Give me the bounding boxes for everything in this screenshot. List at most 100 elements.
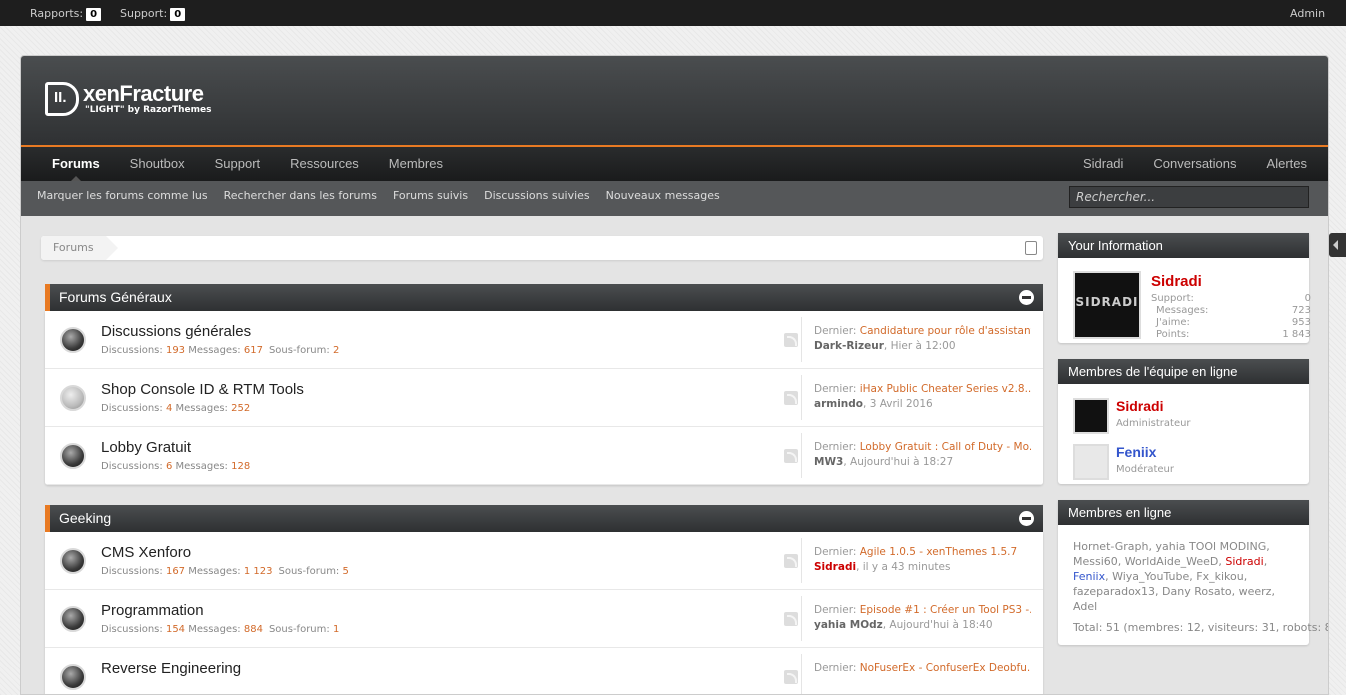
- tab-forums[interactable]: Forums: [37, 147, 115, 181]
- logo[interactable]: xenFracture"LIGHT" by RazorThemes: [45, 82, 211, 116]
- user-name[interactable]: Sidradi: [1151, 273, 1202, 290]
- online-total: Total: 51 (membres: 12, visiteurs: 31, r…: [1073, 621, 1329, 634]
- online-user[interactable]: Feniix: [1073, 570, 1105, 583]
- rss-icon[interactable]: [784, 333, 798, 347]
- staff-name[interactable]: Feniix: [1116, 444, 1156, 460]
- forum-title[interactable]: Discussions générales: [101, 323, 251, 340]
- block-title: Your Information: [1058, 233, 1309, 258]
- online-user[interactable]: yahia TOOl MODING: [1156, 540, 1267, 553]
- forum-title[interactable]: Reverse Engineering: [101, 660, 241, 677]
- last-post: Dernier: Episode #1 : Créer un Tool PS3 …: [801, 596, 1031, 641]
- rss-icon[interactable]: [784, 612, 798, 626]
- forum-row: Discussions générales Discussions: 193 M…: [45, 311, 1043, 369]
- reports-link[interactable]: Rapports: 0: [30, 7, 102, 21]
- online-list: Hornet-Graph, yahia TOOl MODING, Messi60…: [1073, 540, 1329, 634]
- last-post-link[interactable]: Candidature pour rôle d'assistant: [860, 325, 1031, 337]
- unread-forum-icon: [60, 548, 86, 574]
- sidebar: Your Information SIDRADI Sidradi Support…: [1058, 233, 1329, 661]
- online-user[interactable]: fazeparadox13: [1073, 585, 1155, 598]
- avatar[interactable]: [1073, 444, 1109, 480]
- unread-forum-icon: [60, 443, 86, 469]
- forum-stats: Discussions: 4 Messages: 252: [101, 403, 251, 414]
- online-user[interactable]: Dany Rosato: [1162, 585, 1232, 598]
- avatar[interactable]: SIDRADI: [1073, 271, 1141, 339]
- last-post-user[interactable]: Sidradi: [814, 561, 856, 573]
- search-input[interactable]: Rechercher...: [1069, 186, 1309, 208]
- logo-name: xenFracture: [83, 81, 204, 106]
- category-header[interactable]: Forums Généraux: [45, 284, 1043, 311]
- forum-title[interactable]: Programmation: [101, 602, 204, 619]
- tab-support[interactable]: Support: [200, 147, 276, 181]
- last-post-link[interactable]: Lobby Gratuit : Call of Duty - Mo..: [860, 441, 1031, 453]
- avatar[interactable]: [1073, 398, 1109, 434]
- last-post-user[interactable]: yahia MOdz: [814, 619, 883, 631]
- category-forums-generaux: Forums Généraux Discussions générales Di…: [45, 284, 1043, 485]
- online-user[interactable]: Messi60: [1073, 555, 1118, 568]
- top-bar: Rapports: 0 Support: 0 Admin: [0, 0, 1346, 26]
- rss-icon[interactable]: [784, 554, 798, 568]
- staff-role: Modérateur: [1116, 464, 1175, 475]
- reports-count-badge: 0: [86, 8, 102, 21]
- conversations-link[interactable]: Conversations: [1138, 147, 1251, 181]
- forum-row: Shop Console ID & RTM Tools Discussions:…: [45, 369, 1043, 427]
- category-header[interactable]: Geeking: [45, 505, 1043, 532]
- tab-membres[interactable]: Membres: [374, 147, 458, 181]
- forum-stats: Discussions: 6 Messages: 128: [101, 461, 251, 472]
- staff-role: Administrateur: [1116, 418, 1191, 429]
- online-user[interactable]: Hornet-Graph: [1073, 540, 1149, 553]
- forum-stats: Discussions: 193 Messages: 617 Sous-forum…: [101, 345, 340, 356]
- user-menu-link[interactable]: Sidradi: [1068, 147, 1138, 181]
- alerts-link[interactable]: Alertes: [1252, 147, 1322, 181]
- last-post: Dernier: Lobby Gratuit : Call of Duty - …: [801, 433, 1031, 478]
- online-user[interactable]: Fx_kikou: [1196, 570, 1243, 583]
- rss-icon[interactable]: [784, 449, 798, 463]
- breadcrumb-forums[interactable]: Forums: [41, 236, 118, 260]
- last-post-link[interactable]: NoFuserEx - ConfuserEx Deobfu..: [860, 662, 1031, 674]
- read-forum-icon: [60, 385, 86, 411]
- tab-shoutbox[interactable]: Shoutbox: [115, 147, 200, 181]
- sub-nav: Marquer les forums comme lus Rechercher …: [21, 181, 1328, 216]
- last-post-link[interactable]: Agile 1.0.5 - xenThemes 1.5.7: [860, 546, 1017, 558]
- last-post-link[interactable]: Episode #1 : Créer un Tool PS3 -..: [860, 604, 1031, 616]
- members-online-block: Membres en ligne Hornet-Graph, yahia TOO…: [1058, 500, 1329, 645]
- last-post-user[interactable]: armindo: [814, 398, 863, 410]
- online-user[interactable]: Sidradi: [1225, 555, 1263, 568]
- last-post: Dernier: NoFuserEx - ConfuserEx Deobfu..: [801, 654, 1031, 694]
- admin-link[interactable]: Admin: [1290, 7, 1325, 20]
- collapse-sidebar-icon[interactable]: [1329, 233, 1346, 257]
- subforum-toggle[interactable]: 5: [343, 566, 349, 577]
- collapse-icon[interactable]: [1019, 290, 1034, 305]
- staff-name[interactable]: Sidradi: [1116, 398, 1163, 414]
- last-post-user[interactable]: MW3: [814, 456, 843, 468]
- last-post: Dernier: Candidature pour rôle d'assista…: [801, 317, 1031, 362]
- search-forums-link[interactable]: Rechercher dans les forums: [224, 181, 385, 211]
- page-container: xenFracture"LIGHT" by RazorThemes Forums…: [20, 55, 1329, 695]
- new-posts-link[interactable]: Nouveaux messages: [606, 181, 728, 211]
- watched-threads-link[interactable]: Discussions suivies: [484, 181, 598, 211]
- online-user[interactable]: WorldAide_WeeD: [1125, 555, 1219, 568]
- online-user[interactable]: Wiya_YouTube: [1112, 570, 1189, 583]
- collapse-icon[interactable]: [1019, 511, 1034, 526]
- last-post-link[interactable]: iHax Public Cheater Series v2.8..: [860, 383, 1031, 395]
- your-information-block: Your Information SIDRADI Sidradi Support…: [1058, 233, 1311, 343]
- mark-read-link[interactable]: Marquer les forums comme lus: [37, 181, 216, 211]
- online-user[interactable]: Adel: [1073, 600, 1097, 613]
- block-title: Membres en ligne: [1058, 500, 1309, 525]
- forum-title[interactable]: CMS Xenforo: [101, 544, 191, 561]
- forum-title[interactable]: Lobby Gratuit: [101, 439, 191, 456]
- forum-title[interactable]: Shop Console ID & RTM Tools: [101, 381, 304, 398]
- subforum-toggle[interactable]: 2: [333, 345, 339, 356]
- tab-ressources[interactable]: Ressources: [275, 147, 374, 181]
- forum-list: Forums Forums Généraux Discussions génér…: [41, 236, 1043, 694]
- last-post: Dernier: iHax Public Cheater Series v2.8…: [801, 375, 1031, 420]
- jump-menu-icon[interactable]: [1025, 241, 1037, 255]
- rss-icon[interactable]: [784, 670, 798, 684]
- last-post-user[interactable]: Dark-Rizeur: [814, 340, 884, 352]
- online-user[interactable]: weerz: [1239, 585, 1272, 598]
- rss-icon[interactable]: [784, 391, 798, 405]
- watched-forums-link[interactable]: Forums suivis: [393, 181, 476, 211]
- subforum-toggle[interactable]: 1: [333, 624, 339, 635]
- support-link[interactable]: Support: 0: [120, 7, 186, 21]
- forum-row: Lobby Gratuit Discussions: 6 Messages: 1…: [45, 427, 1043, 485]
- main-nav: Forums Shoutbox Support Ressources Membr…: [21, 147, 1328, 181]
